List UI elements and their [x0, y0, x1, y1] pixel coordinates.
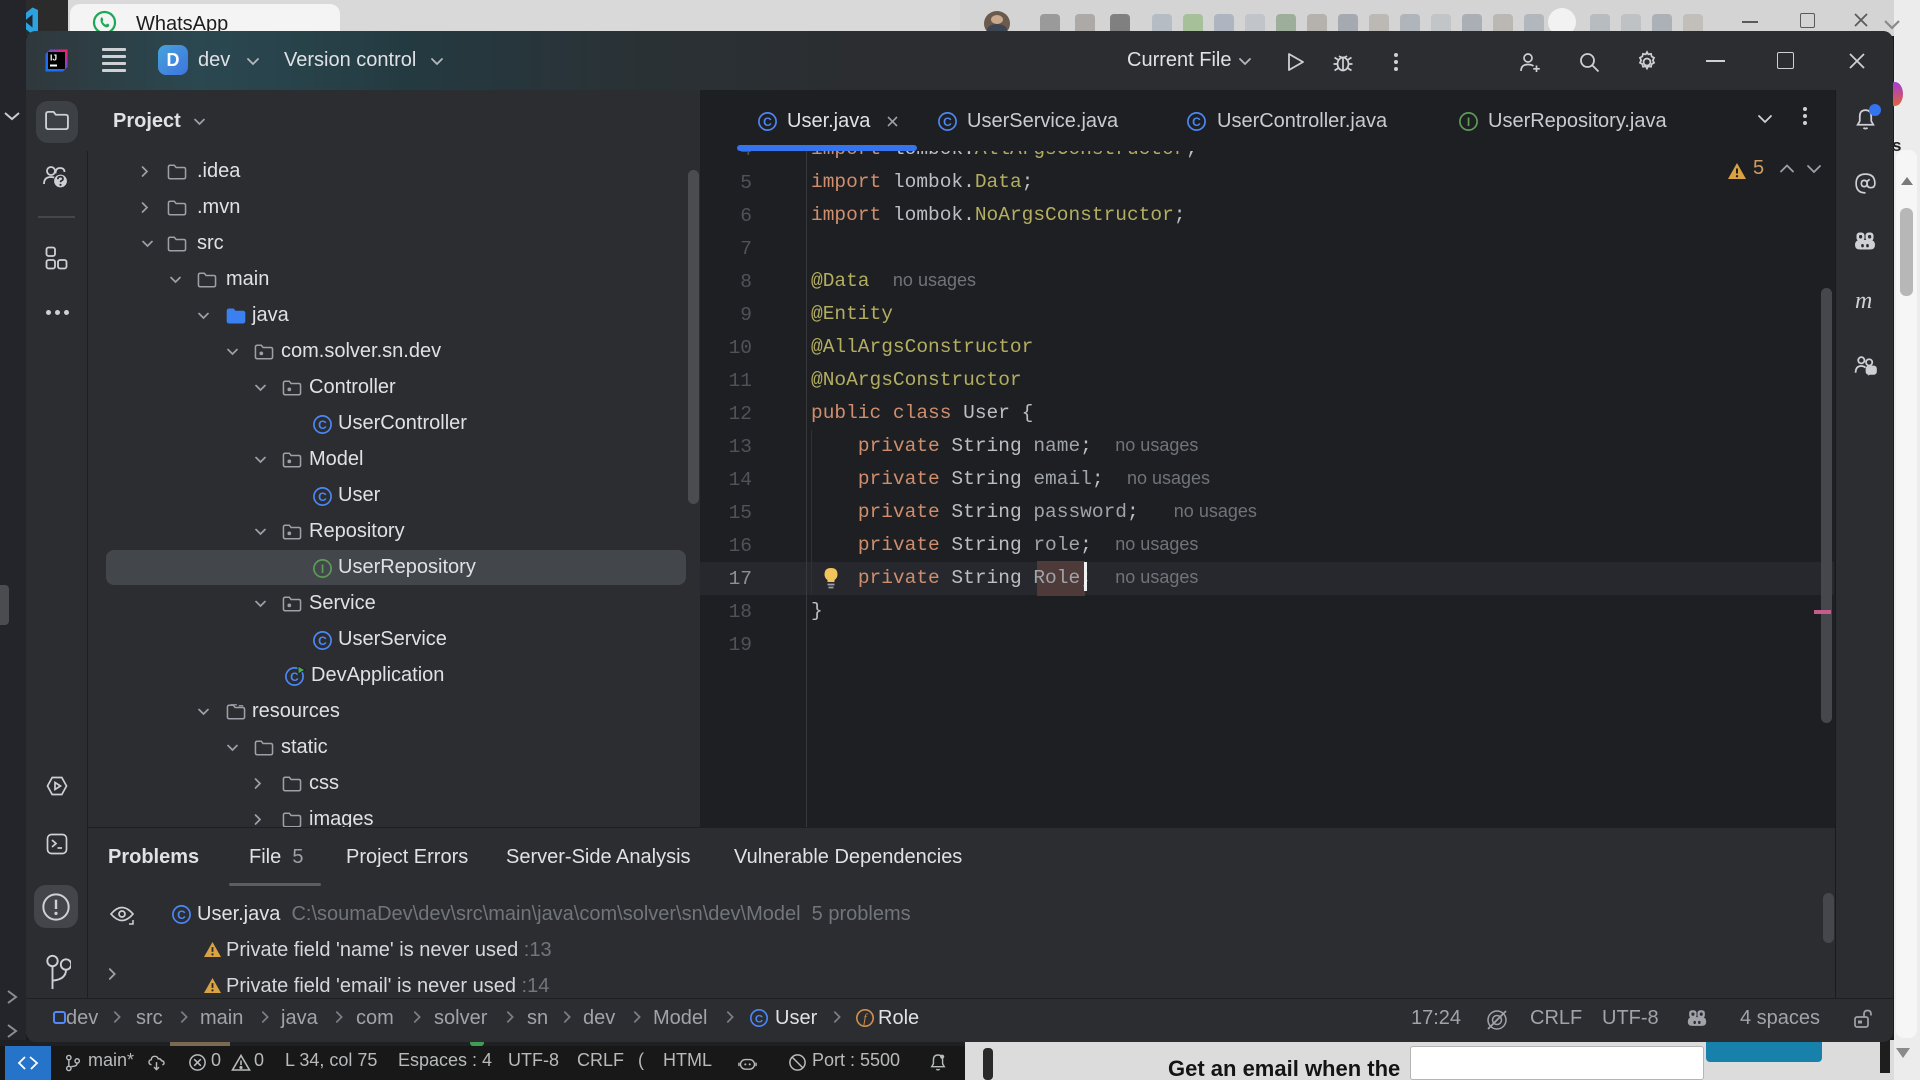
svg-text:IJ: IJ	[50, 53, 57, 63]
svg-text:C: C	[318, 634, 327, 648]
svg-text:C: C	[763, 115, 772, 129]
svg-text:C: C	[318, 490, 327, 504]
svg-text:C: C	[318, 418, 327, 432]
svg-text:f: f	[863, 1011, 868, 1025]
svg-text:C: C	[943, 115, 952, 129]
svg-text:C: C	[755, 1013, 763, 1025]
svg-text:C: C	[177, 908, 186, 922]
svg-text:I: I	[1467, 115, 1470, 129]
svg-text:I: I	[321, 562, 324, 576]
svg-text:C: C	[1192, 115, 1201, 129]
